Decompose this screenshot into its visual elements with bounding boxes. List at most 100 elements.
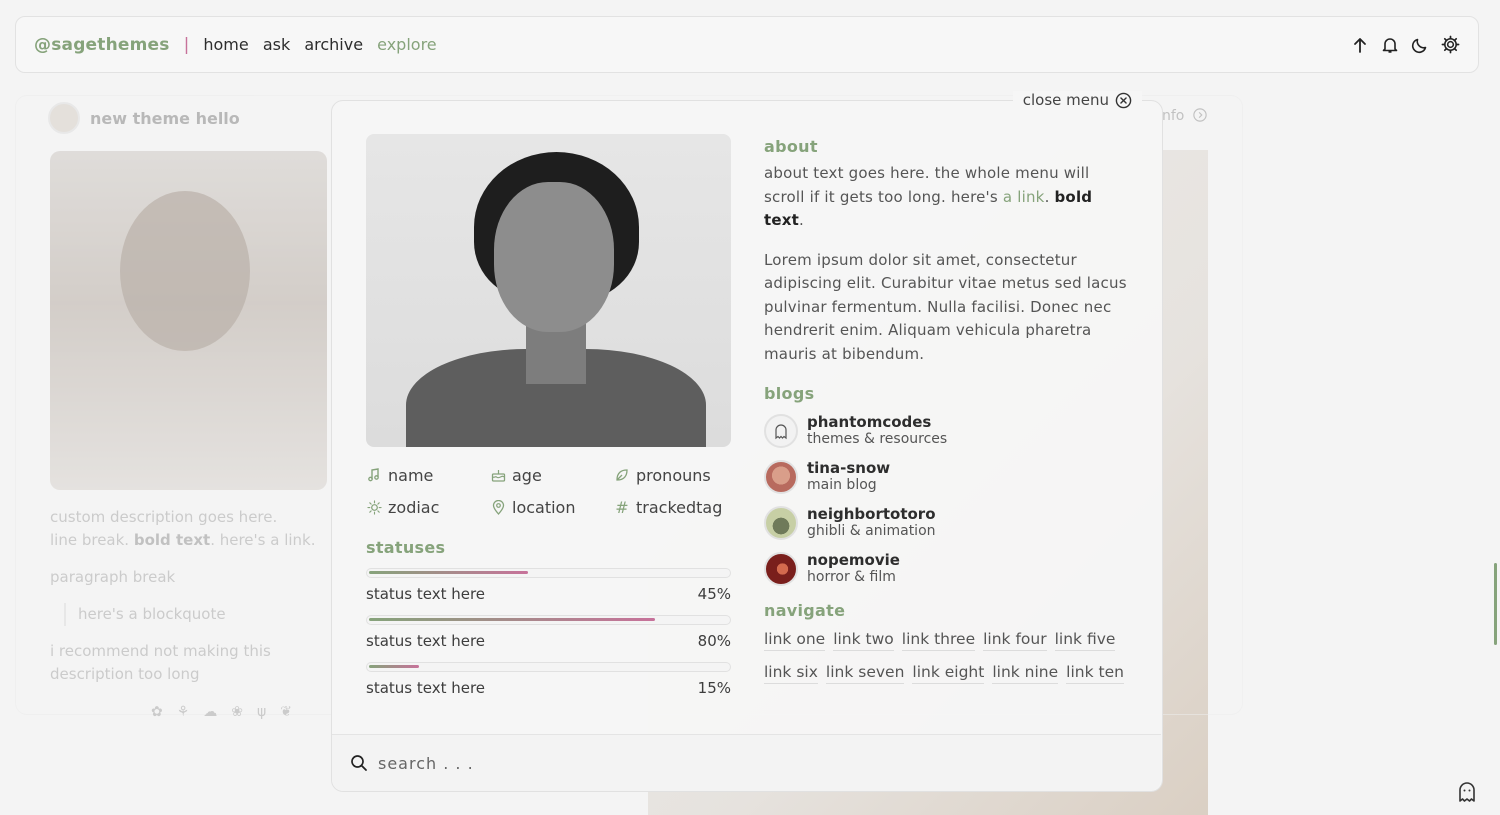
fact-age: age <box>490 465 614 485</box>
blog-item-phantomcodes[interactable]: phantomcodes themes & resources <box>764 413 1134 449</box>
post-tag-icons: ✿ ⚘ ☁ ❀ ψ ❦ <box>151 704 292 720</box>
nav-explore[interactable]: explore <box>377 35 437 54</box>
nav-link-one[interactable]: link one <box>764 630 826 651</box>
nav-ask[interactable]: ask <box>263 35 290 54</box>
fact-label: age <box>512 465 542 485</box>
flower-icon[interactable]: ✿ <box>151 704 163 720</box>
blog-desc: main blog <box>807 477 877 493</box>
about-lorem: Lorem ipsum dolor sit amet, consectetur … <box>764 250 1127 363</box>
cloud-icon[interactable]: ☁ <box>203 704 217 720</box>
sprout-icon[interactable]: ❦ <box>280 704 292 720</box>
top-bar: @sagethemes | home ask archive explore <box>15 16 1479 73</box>
moon-icon[interactable] <box>1410 35 1430 55</box>
gear-icon[interactable] <box>1440 35 1460 55</box>
chevron-right-icon <box>1193 108 1207 122</box>
music-note-icon <box>366 467 382 483</box>
close-menu-label: close menu <box>1022 91 1109 109</box>
nav-link-nine[interactable]: link nine <box>992 663 1059 684</box>
blog-username[interactable]: @sagethemes <box>34 35 170 55</box>
blog-name: nopemovie <box>807 551 900 569</box>
desc-line: custom description goes here. <box>50 508 278 526</box>
fact-zodiac: zodiac <box>366 497 490 517</box>
location-pin-icon <box>490 499 506 515</box>
blog-avatar <box>764 552 798 586</box>
post-title: new theme hello <box>90 108 240 128</box>
navigate-links: link one link two link three link four l… <box>764 630 1134 684</box>
blog-item-neighbortotoro[interactable]: neighbortotoro ghibli & animation <box>764 505 1134 541</box>
nav-link-four[interactable]: link four <box>983 630 1047 651</box>
arrow-up-icon[interactable] <box>1350 35 1370 55</box>
blog-avatar <box>764 460 798 494</box>
ghost-icon[interactable] <box>1455 780 1479 804</box>
nav-link-five[interactable]: link five <box>1054 630 1116 651</box>
fact-label: trackedtag <box>636 497 723 517</box>
post-avatar <box>48 102 80 134</box>
blog-item-tina-snow[interactable]: tina-snow main blog <box>764 459 1134 495</box>
status-bar-fill <box>369 618 656 621</box>
post-info-link[interactable]: nfo <box>1162 108 1207 124</box>
about-text: about text goes here. the whole menu wil… <box>764 162 1134 233</box>
nav-archive[interactable]: archive <box>304 35 363 54</box>
status-bar <box>366 568 731 578</box>
desc-bold-text: bold text <box>133 531 211 549</box>
status-bar <box>366 662 731 672</box>
status-item: status text here 15% <box>366 662 731 697</box>
nav-home[interactable]: home <box>203 35 248 54</box>
scrollbar-thumb[interactable] <box>1494 563 1497 645</box>
post-description: custom description goes here. line break… <box>50 506 340 700</box>
post-info-label: nfo <box>1162 108 1185 124</box>
status-label: status text here <box>366 585 486 603</box>
nav-link-seven[interactable]: link seven <box>825 663 905 684</box>
nav-link-six[interactable]: link six <box>764 663 818 684</box>
menu-right-column: about about text goes here. the whole me… <box>764 137 1134 684</box>
search-input[interactable] <box>378 753 1078 773</box>
blog-desc: ghibli & animation <box>807 523 936 539</box>
status-percent: 80% <box>697 632 731 650</box>
fact-label: location <box>512 497 576 517</box>
blog-name: tina-snow <box>807 459 891 477</box>
profile-photo <box>366 134 731 447</box>
cactus-icon[interactable]: ψ <box>257 704 266 720</box>
top-icons <box>1350 35 1460 55</box>
blog-name: neighbortotoro <box>807 505 936 523</box>
tulip-icon[interactable]: ⚘ <box>177 704 190 720</box>
fact-label: zodiac <box>388 497 440 517</box>
fact-label: name <box>388 465 434 485</box>
about-text-part: . <box>799 211 804 229</box>
bell-icon[interactable] <box>1380 35 1400 55</box>
desc-paragraph: paragraph break <box>50 568 176 586</box>
status-bar-fill <box>369 665 420 668</box>
close-icon <box>1115 92 1132 108</box>
search-icon <box>351 755 367 771</box>
status-percent: 15% <box>697 679 731 697</box>
desc-blockquote: here's a blockquote <box>64 603 340 626</box>
profile-facts: name age pronouns zodiac location # trac… <box>366 465 731 517</box>
blog-item-nopemovie[interactable]: nopemovie horror & film <box>764 551 1134 587</box>
about-menu: close menu name age pronouns zodiac loca… <box>331 91 1163 792</box>
close-menu-button[interactable]: close menu <box>1012 91 1142 109</box>
desc-link[interactable]: . here's a link. <box>210 531 315 549</box>
blog-name: phantomcodes <box>807 413 932 431</box>
post-header: new theme hello <box>48 102 240 134</box>
blog-desc: horror & film <box>807 569 896 585</box>
status-item: status text here 45% <box>366 568 731 603</box>
nav-link-ten[interactable]: link ten <box>1066 663 1124 684</box>
desc-note: i recommend not making this description … <box>50 642 271 683</box>
fact-name: name <box>366 465 490 485</box>
nav-link-eight[interactable]: link eight <box>912 663 985 684</box>
about-link[interactable]: a link <box>1003 188 1045 206</box>
search-bar <box>332 734 1161 791</box>
lotus-icon[interactable]: ❀ <box>231 704 243 720</box>
about-text-part: . <box>1044 187 1055 206</box>
status-item: status text here 80% <box>366 615 731 650</box>
fact-trackedtag: # trackedtag <box>614 497 731 517</box>
fact-label: pronouns <box>636 465 711 485</box>
about-heading: about <box>764 137 818 156</box>
blog-avatar <box>764 506 798 540</box>
status-percent: 45% <box>697 585 731 603</box>
nav-link-two[interactable]: link two <box>833 630 894 651</box>
nav-link-three[interactable]: link three <box>901 630 976 651</box>
blog-avatar <box>764 414 798 448</box>
status-label: status text here <box>366 679 486 697</box>
hashtag-icon: # <box>615 497 629 517</box>
